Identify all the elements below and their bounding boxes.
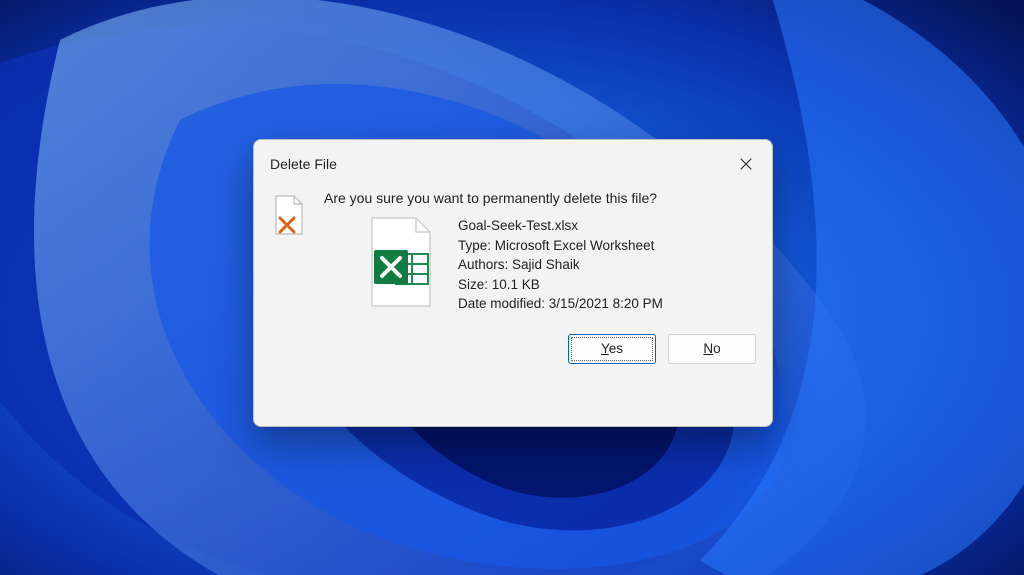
file-modified: Date modified: 3/15/2021 8:20 PM xyxy=(458,294,663,314)
file-size: Size: 10.1 KB xyxy=(458,275,663,295)
dialog-body: Are you sure you want to permanently del… xyxy=(254,184,772,324)
confirmation-question: Are you sure you want to permanently del… xyxy=(324,190,754,206)
delete-file-dialog: Delete File Are you sure you want to per… xyxy=(253,139,773,427)
dialog-footer: Yes No xyxy=(254,324,772,378)
file-type: Type: Microsoft Excel Worksheet xyxy=(458,236,663,256)
dialog-title: Delete File xyxy=(270,156,337,172)
file-authors: Authors: Sajid Shaik xyxy=(458,255,663,275)
dialog-titlebar: Delete File xyxy=(254,140,772,184)
desktop-background: Delete File Are you sure you want to per… xyxy=(0,0,1024,575)
yes-button[interactable]: Yes xyxy=(568,334,656,364)
excel-file-icon xyxy=(364,216,438,310)
delete-file-glyph-icon xyxy=(272,194,308,238)
file-name: Goal-Seek-Test.xlsx xyxy=(458,216,663,236)
close-button[interactable] xyxy=(732,150,760,178)
no-button[interactable]: No xyxy=(668,334,756,364)
file-details: Goal-Seek-Test.xlsx Type: Microsoft Exce… xyxy=(458,216,663,314)
close-icon xyxy=(740,158,752,170)
